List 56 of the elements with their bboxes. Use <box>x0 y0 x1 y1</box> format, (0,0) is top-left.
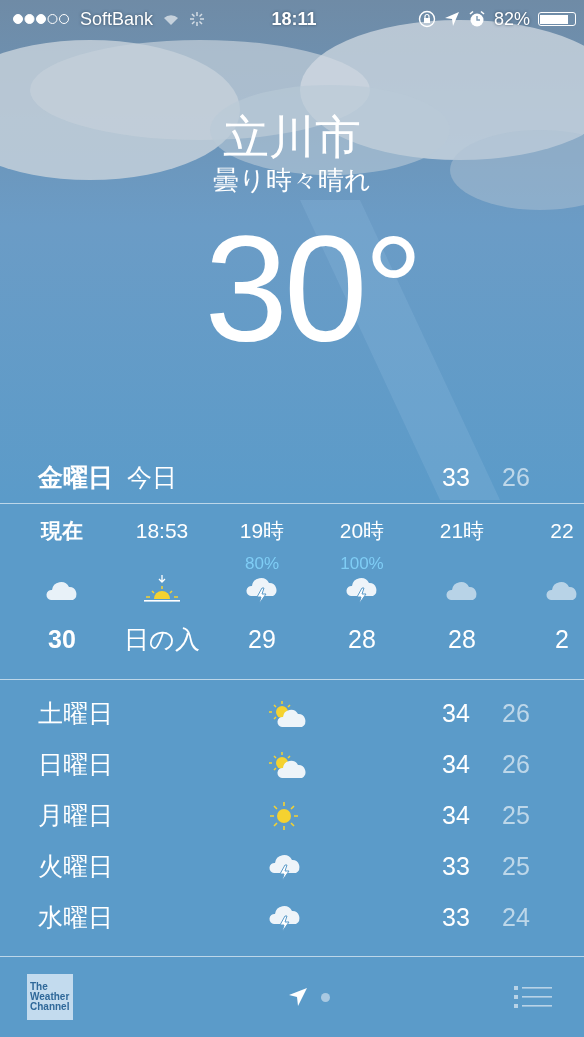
hour-temperature: 28 <box>448 624 476 654</box>
high-temp: 34 <box>441 801 471 830</box>
day-name: 火曜日 <box>38 851 114 882</box>
thunderstorm-icon <box>245 575 279 605</box>
hour-temperature: 30 <box>48 624 76 654</box>
hour-temperature: 28 <box>348 624 376 654</box>
signal-icon <box>12 13 72 25</box>
list-icon[interactable] <box>514 985 554 1009</box>
hour-temperature: 29 <box>248 624 276 654</box>
weather-channel-logo[interactable]: The Weather Channel <box>27 974 73 1020</box>
battery-percent: 82% <box>493 8 530 30</box>
sun-icon <box>268 799 300 832</box>
hour-label: 19時 <box>239 518 285 544</box>
high-temp: 33 <box>441 852 471 881</box>
partly-sunny-icon <box>268 750 308 779</box>
partly-sunny-icon <box>268 699 308 728</box>
day-name: 水曜日 <box>38 902 114 933</box>
cloud-icon <box>545 579 579 601</box>
day-name: 土曜日 <box>38 698 114 729</box>
today-label: 今日 <box>127 461 178 493</box>
high-temp: 33 <box>441 462 471 492</box>
hour-label: 現在 <box>41 518 83 544</box>
hour-label: 18:53 <box>135 518 189 544</box>
hour-temperature: 日の入 <box>124 624 200 654</box>
day-name: 金曜日 <box>38 461 113 493</box>
hour-label: 21時 <box>439 518 485 544</box>
spinner-icon <box>189 11 206 27</box>
cloud-icon <box>445 579 479 601</box>
high-temp: 33 <box>441 903 471 932</box>
low-temp: 25 <box>501 801 531 830</box>
high-temp: 34 <box>441 699 471 728</box>
hour-label: 22 <box>550 518 574 544</box>
low-temp: 25 <box>501 852 531 881</box>
carrier-name: SoftBank <box>80 8 154 30</box>
high-temp: 34 <box>441 750 471 779</box>
rotation-lock-icon <box>417 10 436 28</box>
location-page-icon[interactable] <box>287 986 309 1008</box>
cloud-icon <box>45 579 79 601</box>
weather-condition: 曇り時々晴れ <box>213 164 371 196</box>
hour-temperature: 2 <box>555 624 569 654</box>
low-temp: 24 <box>501 903 531 932</box>
low-temp: 26 <box>501 462 531 492</box>
status-time: 18:11 <box>271 8 317 30</box>
day-name: 日曜日 <box>38 749 114 780</box>
sunset-icon <box>142 575 182 605</box>
day-name: 月曜日 <box>38 800 114 831</box>
current-temperature: 30° <box>203 214 420 364</box>
city-name: 立川市 <box>223 110 361 164</box>
location-arrow-icon <box>443 11 460 27</box>
low-temp: 26 <box>501 699 531 728</box>
low-temp: 26 <box>501 750 531 779</box>
thunderstorm-icon <box>345 575 379 605</box>
page-dot[interactable] <box>321 992 330 1002</box>
alarm-icon <box>467 10 486 28</box>
battery-icon <box>538 12 576 26</box>
hour-label: 20時 <box>339 518 385 544</box>
